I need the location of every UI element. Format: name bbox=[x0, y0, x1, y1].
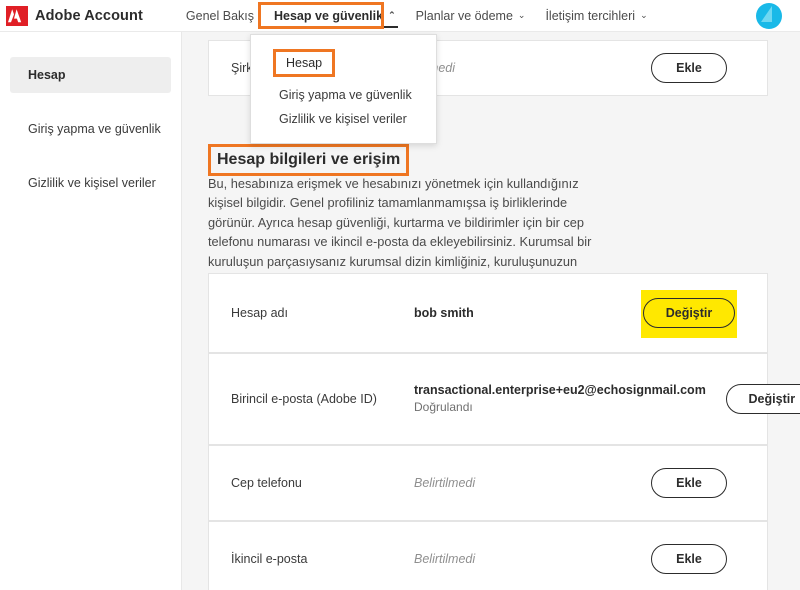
row-label: Cep telefonu bbox=[231, 476, 302, 490]
avatar-wedge bbox=[761, 6, 772, 22]
sidebar-item-gizlilik-ve-kisisel-veriler[interactable]: Gizlilik ve kişisel veriler bbox=[10, 165, 171, 201]
table-row: Cep telefonu Belirtilmedi Ekle bbox=[208, 445, 768, 521]
change-button[interactable]: Değiştir bbox=[642, 298, 736, 328]
dropdown-item-gizlilik-ve-kisisel-veriler[interactable]: Gizlilik ve kişisel veriler bbox=[251, 107, 436, 131]
nav-item-hesap-ve-guvenlik[interactable]: Hesap ve güvenlik ⌃ bbox=[264, 0, 406, 32]
brand[interactable]: Adobe Account bbox=[6, 5, 143, 26]
nav-items: Genel Bakış Hesap ve güvenlik ⌃ Planlar … bbox=[176, 0, 658, 32]
row-value-group: transactional.enterprise+eu2@echosignmai… bbox=[414, 381, 716, 417]
adobe-logo-icon bbox=[6, 5, 28, 26]
nav-item-label: Planlar ve ödeme bbox=[415, 8, 513, 23]
table-row: Birincil e-posta (Adobe ID) transactiona… bbox=[208, 353, 800, 445]
row-content: Birincil e-posta (Adobe ID) transactiona… bbox=[209, 354, 800, 444]
row-status: Doğrulandı bbox=[414, 400, 473, 415]
sidebar-item-label: Hesap bbox=[28, 68, 66, 82]
row-action: Ekle bbox=[633, 53, 745, 83]
nav-item-label: Genel Bakış bbox=[185, 8, 254, 23]
brand-name: Adobe Account bbox=[35, 7, 143, 24]
nav-item-iletisim-tercihleri[interactable]: İletişim tercihleri ⌄ bbox=[535, 0, 657, 32]
add-button[interactable]: Ekle bbox=[651, 53, 727, 83]
nav-dropdown-menu: Hesap Giriş yapma ve güvenlik Gizlilik v… bbox=[250, 34, 437, 144]
nav-item-label: İletişim tercihleri bbox=[545, 8, 636, 23]
row-content: Hesap adı bob smith Değiştir bbox=[209, 274, 767, 352]
row-action: Ekle bbox=[633, 544, 745, 574]
user-avatar-icon[interactable] bbox=[756, 3, 782, 29]
change-button[interactable]: Değiştir bbox=[725, 384, 800, 414]
table-row: Hesap adı bob smith Değiştir bbox=[208, 273, 768, 353]
row-value: Belirtilmedi bbox=[414, 551, 476, 566]
row-label: Birincil e-posta (Adobe ID) bbox=[231, 392, 377, 406]
row-label: İkincil e-posta bbox=[231, 552, 308, 566]
row-value: bob smith bbox=[414, 305, 474, 320]
row-action: Değiştir bbox=[716, 384, 800, 414]
add-button[interactable]: Ekle bbox=[651, 544, 727, 574]
nav-item-planlar-ve-odeme[interactable]: Planlar ve ödeme ⌄ bbox=[406, 0, 536, 32]
nav-item-genel-bakis[interactable]: Genel Bakış bbox=[176, 0, 264, 32]
row-value: transactional.enterprise+eu2@echosignmai… bbox=[414, 383, 706, 398]
dropdown-item-hesap[interactable]: Hesap bbox=[273, 49, 336, 77]
sidebar-item-label: Gizlilik ve kişisel veriler bbox=[28, 176, 156, 190]
row-action: Değiştir bbox=[633, 290, 745, 338]
page-title: Hesap bilgileri ve erişim bbox=[208, 144, 410, 176]
row-content: İkincil e-posta Belirtilmedi Ekle bbox=[209, 522, 767, 590]
sidebar-item-hesap[interactable]: Hesap bbox=[10, 57, 171, 93]
dropdown-item-giris-yapma-ve-guvenlik[interactable]: Giriş yapma ve güvenlik bbox=[251, 83, 436, 107]
row-value: enmedi bbox=[414, 59, 633, 77]
row-label: Hesap adı bbox=[231, 306, 288, 320]
chevron-up-icon: ⌃ bbox=[388, 10, 396, 20]
chevron-down-icon: ⌄ bbox=[640, 10, 648, 20]
table-row: İkincil e-posta Belirtilmedi Ekle bbox=[208, 521, 768, 590]
top-navigation-bar: Adobe Account Genel Bakış Hesap ve güven… bbox=[0, 0, 800, 32]
page-title-wrap: Hesap bilgileri ve erişim bbox=[208, 144, 410, 176]
add-button[interactable]: Ekle bbox=[651, 468, 727, 498]
row-content: Cep telefonu Belirtilmedi Ekle bbox=[209, 446, 767, 520]
chevron-down-icon: ⌄ bbox=[517, 10, 526, 20]
row-value: Belirtilmedi bbox=[414, 475, 476, 490]
sidebar-item-giris-yapma-ve-guvenlik[interactable]: Giriş yapma ve güvenlik bbox=[10, 111, 171, 147]
row-action: Ekle bbox=[633, 468, 745, 498]
sidebar: Hesap Giriş yapma ve güvenlik Gizlilik v… bbox=[0, 32, 182, 590]
nav-item-label: Hesap ve güvenlik bbox=[274, 8, 384, 23]
sidebar-item-label: Giriş yapma ve güvenlik bbox=[28, 122, 161, 136]
